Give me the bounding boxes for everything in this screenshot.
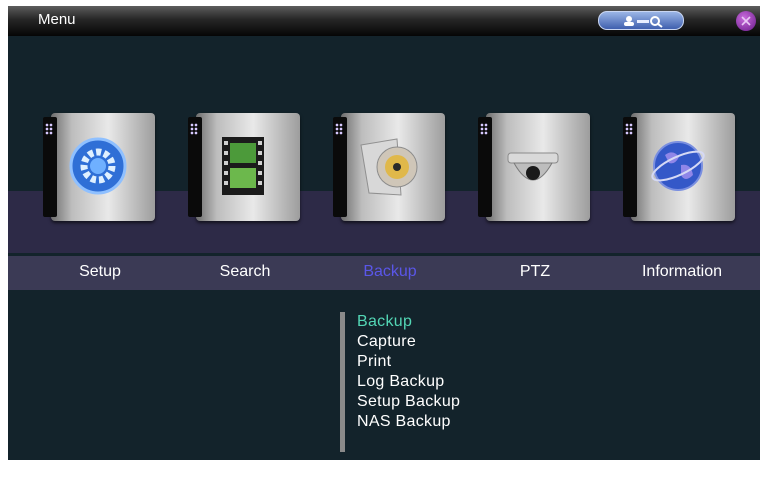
menu-tile-backup[interactable] (333, 113, 445, 225)
window-title: Menu (38, 11, 76, 28)
submenu-item-log-backup[interactable]: Log Backup (357, 373, 445, 391)
submenu-indicator-bar (340, 312, 345, 452)
submenu-item-nas-backup[interactable]: NAS Backup (357, 413, 451, 431)
disc-icon (360, 138, 418, 196)
menu-tile-search[interactable] (188, 113, 300, 225)
film-icon (222, 137, 264, 195)
backup-submenu: Backup Capture Print Log Backup Setup Ba… (340, 312, 540, 452)
camera-icon (507, 152, 559, 181)
submenu-item-print[interactable]: Print (357, 353, 391, 371)
menu-label-ptz[interactable]: PTZ (465, 263, 605, 281)
menu-label-search[interactable]: Search (175, 263, 315, 281)
submenu-item-backup[interactable]: Backup (357, 313, 412, 331)
tile-spine (478, 117, 492, 217)
user-search-icon (624, 16, 663, 28)
tile-spine (43, 117, 57, 217)
menu-label-setup[interactable]: Setup (30, 263, 170, 281)
title-bar: Menu (8, 6, 760, 36)
power-button[interactable] (736, 11, 756, 31)
menu-tile-information[interactable] (623, 113, 735, 225)
gear-icon (69, 137, 127, 195)
menu-tile-setup[interactable] (43, 113, 155, 225)
menu-tile-ptz[interactable] (478, 113, 590, 225)
dvr-screen: Menu Setup Search Backup PTZ Information… (8, 6, 760, 460)
tile-spine (333, 117, 347, 217)
menu-label-information[interactable]: Information (612, 263, 752, 281)
tile-spine (188, 117, 202, 217)
power-icon (741, 16, 751, 26)
menu-label-band: Setup Search Backup PTZ Information (8, 256, 760, 290)
globe-icon (651, 141, 705, 191)
menu-label-backup[interactable]: Backup (320, 263, 460, 281)
submenu-item-setup-backup[interactable]: Setup Backup (357, 393, 460, 411)
submenu-item-capture[interactable]: Capture (357, 333, 416, 351)
user-search-button[interactable] (598, 11, 684, 30)
tile-spine (623, 117, 637, 217)
